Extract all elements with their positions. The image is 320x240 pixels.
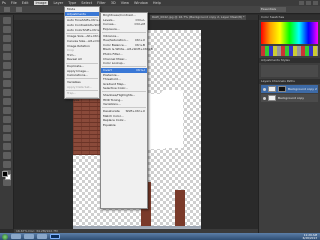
menu-item-label: Variations... <box>103 102 121 107</box>
tool-icon[interactable] <box>3 134 11 141</box>
workspace-switcher[interactable]: Essentials <box>260 7 286 12</box>
options-bar: Essentials <box>0 6 320 14</box>
menu-item-reveal-all[interactable]: Reveal All <box>65 57 99 62</box>
menu-item-analysis[interactable]: Analysis <box>65 98 99 103</box>
right-panels: Color Swatches Adjustments Styles Layers… <box>258 15 320 233</box>
tool-icon[interactable] <box>3 179 11 186</box>
menu-window[interactable]: Window <box>134 1 148 5</box>
taskbar-app-explorer[interactable] <box>24 234 34 239</box>
menu-image[interactable]: Image <box>33 1 49 5</box>
taskbar-app-photoshop[interactable] <box>50 234 60 239</box>
foreground-color-swatch[interactable] <box>2 171 8 177</box>
tools-panel <box>0 15 14 229</box>
tool-icon[interactable] <box>3 26 11 33</box>
tool-icon[interactable] <box>3 107 11 114</box>
menu-item-label: Apply Data Set... <box>67 84 93 89</box>
menu-item-shortcut: Shift+Ctrl+U <box>125 109 145 114</box>
visibility-eye-icon[interactable] <box>263 87 266 91</box>
menu-file[interactable]: File <box>11 1 17 5</box>
layer-row[interactable]: Background copy 2 <box>261 85 318 93</box>
menu-filter[interactable]: Filter <box>97 1 106 5</box>
menu-layer[interactable]: Layer <box>53 1 63 5</box>
menu-item-shortcut: Ctrl+I <box>136 67 145 72</box>
menu-type[interactable]: Type <box>68 1 76 5</box>
menu-item-apply-data-set[interactable]: Apply Data Set... <box>65 85 99 90</box>
layer-name: Background copy <box>278 96 305 100</box>
brush-preset-icon[interactable] <box>16 7 22 12</box>
tool-icon[interactable] <box>3 116 11 123</box>
tool-icon[interactable] <box>3 143 11 150</box>
taskbar-app-ie[interactable] <box>11 234 21 239</box>
menu-item-exposure[interactable]: Exposure... <box>101 27 147 32</box>
tool-icon[interactable] <box>3 44 11 51</box>
image-menu: Mode Adjustments Auto Tone Shift+Ctrl+L Auto… <box>64 6 113 102</box>
tool-icon[interactable] <box>3 35 11 42</box>
layers-list: Background copy 2 Background copy <box>259 85 320 102</box>
menu-help[interactable]: Help <box>153 1 161 5</box>
layer-row[interactable]: Background copy <box>261 94 318 102</box>
menu-item-shortcut: Alt+Shift+Ctrl+B <box>126 47 153 52</box>
menu-item-shortcut: Ctrl+M <box>134 22 145 27</box>
tool-icon[interactable] <box>3 80 11 87</box>
taskbar-clock[interactable]: 11:29 AM 6/28/2013 <box>303 234 317 239</box>
tool-icon[interactable] <box>3 161 11 168</box>
menu-item-variations[interactable]: Variations... <box>101 102 147 107</box>
tool-icon[interactable] <box>3 152 11 159</box>
menu-item-adjustments[interactable]: Adjustments <box>65 11 99 17</box>
menu-item-label: Adjustments <box>67 11 86 16</box>
minimize-icon[interactable] <box>299 1 304 5</box>
tool-icon[interactable] <box>3 125 11 132</box>
menu-edit[interactable]: Edit <box>22 1 29 5</box>
tool-icon[interactable] <box>3 53 11 60</box>
start-button[interactable] <box>2 233 8 240</box>
tool-icon[interactable] <box>3 62 11 69</box>
menu-item-trap[interactable]: Trap... <box>65 91 99 96</box>
layers-panel-tab[interactable]: Layers Channels Paths <box>259 79 320 84</box>
menu-3d[interactable]: 3D <box>111 1 116 5</box>
tool-icon[interactable] <box>3 98 11 105</box>
menu-item-selective-color[interactable]: Selective Color... <box>101 86 147 91</box>
tool-icon[interactable] <box>3 71 11 78</box>
menu-item-auto-color[interactable]: Auto Color Shift+Ctrl+B <box>65 27 102 33</box>
menu-item-color-lookup[interactable]: Color Lookup... <box>101 61 147 66</box>
menu-item-label: Color Lookup... <box>103 61 126 66</box>
menu-ps[interactable]: Ps <box>2 1 6 5</box>
adjustments-panel-tab[interactable]: Adjustments Styles <box>259 58 320 63</box>
tool-icon[interactable] <box>3 17 11 24</box>
menu-item-label: Exposure... <box>103 26 120 31</box>
taskbar-app-media[interactable] <box>37 234 47 239</box>
maximize-icon[interactable] <box>306 1 311 5</box>
menu-item-label: Calculations... <box>67 73 89 78</box>
taskbar: 11:29 AM 6/28/2013 <box>0 233 320 240</box>
swatches-grid[interactable] <box>261 46 318 56</box>
layer-thumbnail <box>268 86 276 92</box>
window-controls <box>299 1 318 5</box>
menu-view[interactable]: View <box>121 1 129 5</box>
close-icon[interactable] <box>313 1 318 5</box>
person-silhouette <box>161 90 183 148</box>
tool-icon[interactable] <box>3 89 11 96</box>
menu-item-equalize[interactable]: Equalize <box>101 123 147 128</box>
layer-thumbnail <box>268 95 276 101</box>
layer-mask-thumbnail[interactable] <box>278 86 286 92</box>
menu-item-label: Selective Color... <box>103 86 129 91</box>
menu-item-label: Auto Color <box>67 27 83 32</box>
color-panel-tab[interactable]: Color Swatches <box>259 15 320 20</box>
menu-item-label: Trap... <box>67 91 77 96</box>
menu-item-label: Equalize <box>103 122 116 127</box>
menu-item-label: Analysis <box>67 98 80 103</box>
tool-preset-icon[interactable] <box>4 7 10 12</box>
color-spectrum[interactable] <box>261 22 318 44</box>
visibility-eye-icon[interactable] <box>263 96 266 100</box>
layer-name: Background copy 2 <box>288 87 317 91</box>
adjustment-icons[interactable] <box>261 65 318 77</box>
adjustments-submenu: Brightness/Contrast... Levels... Ctrl+L Cur… <box>100 12 153 209</box>
menu-item-calculations[interactable]: Calculations... <box>65 73 99 78</box>
clock-date: 6/28/2013 <box>302 235 317 240</box>
menu-item-label: Reveal All <box>67 57 82 62</box>
menu-select[interactable]: Select <box>81 1 92 5</box>
